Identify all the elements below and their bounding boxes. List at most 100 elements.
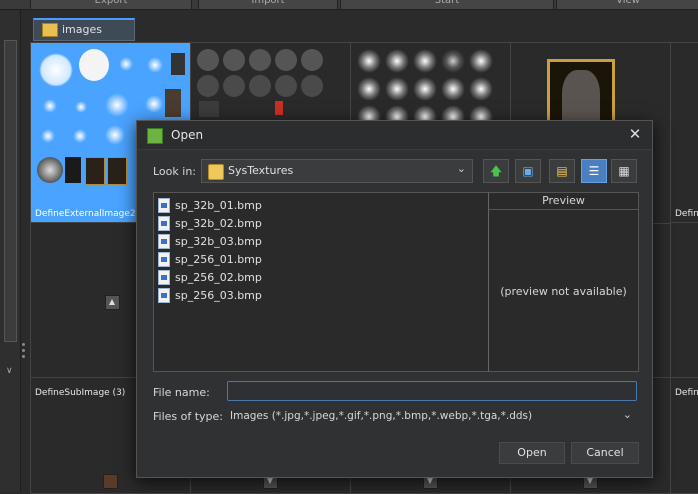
- file-name: sp_256_02.bmp: [175, 271, 262, 284]
- file-icon: [158, 288, 170, 303]
- cancel-button[interactable]: Cancel: [571, 442, 639, 464]
- grid-cell[interactable]: Defin: [670, 377, 698, 494]
- texture-thumb: [357, 49, 381, 73]
- cell-caption: DefineExternalImage2 (: [35, 209, 143, 219]
- texture-thumb: [147, 57, 163, 73]
- texture-thumb: [65, 157, 81, 183]
- preview-panel: Preview (preview not available): [488, 192, 639, 372]
- texture-thumb: [413, 77, 437, 101]
- texture-thumb: [39, 53, 73, 87]
- texture-thumb: [301, 49, 323, 71]
- texture-thumb: [301, 75, 323, 97]
- file-icon: [158, 252, 170, 267]
- texture-thumb: [275, 75, 297, 97]
- splitter-grip[interactable]: [20, 340, 26, 370]
- files-of-type-value: Images (*.jpg,*.jpeg,*.gif,*.png,*.bmp,*…: [230, 410, 533, 422]
- texture-thumb: [199, 101, 219, 117]
- texture-thumb: [41, 129, 55, 143]
- grid-cell[interactable]: Defin: [670, 42, 698, 224]
- import-button[interactable]: Import: [198, 0, 338, 10]
- up-folder-button[interactable]: 🡅: [483, 159, 509, 183]
- texture-thumb: [197, 75, 219, 97]
- texture-thumb: [249, 49, 271, 71]
- list-view-button[interactable]: ☰: [581, 159, 607, 183]
- texture-thumb: [165, 89, 181, 117]
- file-name-input[interactable]: [227, 381, 637, 401]
- file-list[interactable]: sp_32b_01.bmp sp_32b_02.bmp sp_32b_03.bm…: [153, 192, 490, 372]
- up-folder-icon: 🡅: [489, 164, 503, 178]
- file-icon: [158, 198, 170, 213]
- texture-thumb: [43, 99, 57, 113]
- texture-thumb: [441, 77, 465, 101]
- texture-thumb: [197, 49, 219, 71]
- texture-thumb: [103, 474, 118, 489]
- left-panel: ∨: [0, 10, 21, 492]
- file-item[interactable]: sp_32b_03.bmp: [158, 233, 358, 251]
- file-item[interactable]: sp_32b_02.bmp: [158, 215, 358, 233]
- dialog-title: Open: [171, 128, 204, 142]
- texture-thumb: [275, 49, 297, 71]
- texture-thumb: [105, 125, 125, 145]
- folder-icon: [42, 23, 58, 37]
- open-button[interactable]: Open: [499, 442, 565, 464]
- grid-cell[interactable]: [670, 222, 698, 379]
- look-in-value: SysTextures: [228, 164, 294, 177]
- top-toolbar: Export Import Start View: [0, 0, 698, 10]
- export-button[interactable]: Export: [30, 0, 192, 10]
- texture-thumb: [249, 75, 271, 97]
- texture-thumb: [385, 49, 409, 73]
- texture-thumb: [223, 75, 245, 97]
- desktop-button[interactable]: ▣: [515, 159, 541, 183]
- texture-thumb: [275, 101, 283, 115]
- files-of-type-combo[interactable]: Images (*.jpg,*.jpeg,*.gif,*.png,*.bmp,*…: [225, 405, 639, 429]
- texture-thumb: [75, 101, 87, 113]
- new-folder-button[interactable]: ▤: [549, 159, 575, 183]
- texture-thumb: [119, 57, 133, 71]
- tab-images[interactable]: images: [33, 18, 135, 41]
- start-button[interactable]: Start: [340, 0, 554, 10]
- look-in-combo[interactable]: SysTextures ⌄: [201, 159, 473, 183]
- view-button[interactable]: View: [556, 0, 698, 10]
- preview-message: (preview not available): [500, 285, 627, 298]
- chevron-down-icon[interactable]: ∨: [6, 366, 13, 376]
- chevron-down-icon: ⌄: [456, 162, 466, 175]
- folder-icon: [208, 164, 224, 180]
- file-name: sp_32b_02.bmp: [175, 217, 262, 230]
- texture-thumb: [469, 77, 493, 101]
- texture-thumb: [413, 49, 437, 73]
- file-icon: [158, 234, 170, 249]
- texture-thumb: [223, 49, 245, 71]
- texture-thumb: [107, 157, 127, 185]
- texture-thumb: [79, 49, 109, 81]
- chevron-down-icon: ⌄: [622, 408, 632, 421]
- file-item[interactable]: sp_256_03.bmp: [158, 287, 358, 305]
- cell-caption: Defin: [675, 209, 698, 219]
- look-in-label: Look in:: [153, 165, 196, 178]
- file-icon: [158, 270, 170, 285]
- move-up-button[interactable]: [105, 295, 120, 310]
- new-folder-icon: ▤: [556, 164, 568, 178]
- file-item[interactable]: sp_256_01.bmp: [158, 251, 358, 269]
- file-name-label: File name:: [153, 386, 210, 399]
- dialog-titlebar[interactable]: Open ✕: [137, 121, 652, 150]
- texture-thumb: [73, 129, 87, 143]
- file-icon: [158, 216, 170, 231]
- file-name: sp_32b_01.bmp: [175, 199, 262, 212]
- left-scrollbar[interactable]: [4, 40, 17, 342]
- texture-thumb: [441, 49, 465, 73]
- texture-thumb: [105, 93, 129, 117]
- tab-bar: images: [27, 14, 698, 42]
- texture-thumb: [37, 157, 63, 183]
- file-item[interactable]: sp_32b_01.bmp: [158, 197, 358, 215]
- texture-thumb: [357, 77, 381, 101]
- file-name: sp_256_01.bmp: [175, 253, 262, 266]
- file-name: sp_32b_03.bmp: [175, 235, 262, 248]
- desktop-icon: ▣: [522, 164, 534, 178]
- close-icon[interactable]: ✕: [626, 125, 644, 143]
- details-view-icon: ▦: [618, 164, 630, 178]
- file-item[interactable]: sp_256_02.bmp: [158, 269, 358, 287]
- details-view-button[interactable]: ▦: [611, 159, 637, 183]
- texture-thumb: [171, 53, 185, 75]
- app-icon: [147, 128, 163, 144]
- open-dialog: Open ✕ Look in: SysTextures ⌄ 🡅 ▣ ▤ ☰ ▦ …: [136, 120, 653, 478]
